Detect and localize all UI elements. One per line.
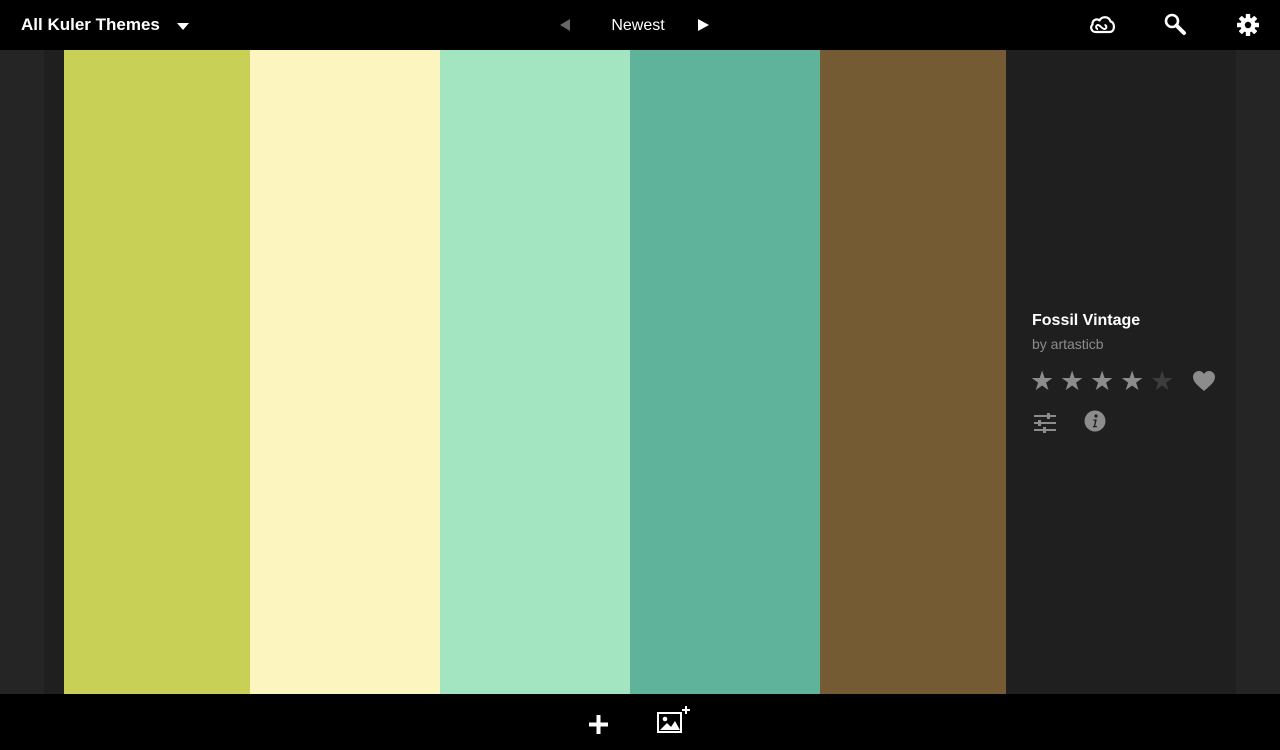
color-swatch-4[interactable] [630,50,820,694]
theme-actions [1032,410,1222,438]
plus-icon[interactable] [589,715,608,734]
heart-icon[interactable] [1192,370,1216,392]
color-swatch-5[interactable] [820,50,1006,694]
color-swatch-2[interactable] [250,50,440,694]
star-icon[interactable]: ★ [1150,368,1174,395]
theme-name: Fossil Vintage [1032,312,1141,329]
star-icon[interactable]: ★ [1120,368,1144,395]
rating-stars: ★ ★ ★ ★ ★ [1030,368,1222,398]
theme-author[interactable]: by artasticb [1032,336,1222,352]
sort-navigation: Newest [553,0,723,50]
theme-info-panel: Fossil Vintage by artasticb ★ ★ ★ ★ ★ [1030,312,1222,438]
sliders-icon[interactable] [1032,412,1058,434]
sort-label[interactable]: Newest [593,0,683,50]
image-plus-icon[interactable] [656,705,692,737]
chevron-down-icon [176,22,189,30]
star-icon[interactable]: ★ [1090,368,1114,395]
collection-title: All Kuler Themes [21,15,160,34]
star-icon[interactable]: ★ [1060,368,1084,395]
creative-cloud-icon[interactable] [1088,12,1116,38]
color-swatch-1[interactable] [64,50,250,694]
gear-icon[interactable] [1235,12,1261,38]
color-swatch-3[interactable] [440,50,630,694]
next-sort-arrow-icon[interactable] [698,19,709,31]
previous-sort-arrow-icon[interactable] [560,19,570,31]
search-icon[interactable] [1163,12,1189,38]
collection-dropdown[interactable]: All Kuler Themes [21,0,189,50]
top-bar: All Kuler Themes Newest [0,0,1280,50]
star-icon[interactable]: ★ [1030,368,1054,395]
swatch-strip [64,50,1006,694]
bottom-bar [0,694,1280,750]
info-icon[interactable] [1084,410,1106,432]
